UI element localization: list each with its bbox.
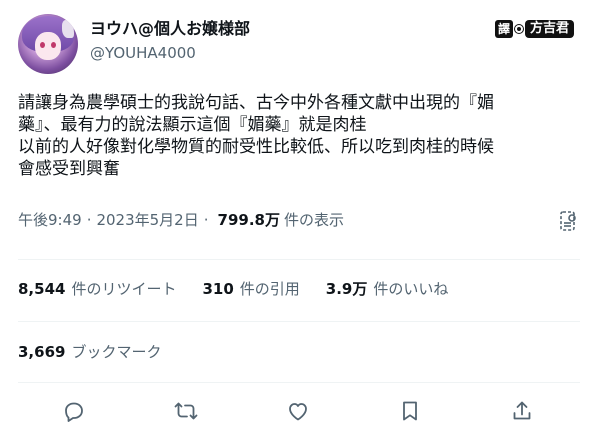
tweet-text-line: 會感受到興奮 (18, 159, 120, 179)
bookmarks-label: ブックマーク (71, 343, 162, 361)
retweets-label: 件のリツイート (71, 280, 177, 298)
analytics-icon[interactable] (559, 210, 579, 232)
views-count: 799.8万 (217, 211, 280, 229)
translator-stamp-label: 譯 (494, 20, 513, 38)
meta-separator: · (86, 211, 92, 229)
bookmarks-stat[interactable]: 3,669 ブックマーク (18, 342, 161, 362)
meta-separator: · (203, 211, 209, 229)
divider (18, 259, 580, 260)
avatar-eye (40, 42, 45, 48)
views-label: 件の表示 (283, 211, 344, 229)
translator-stamp: 譯 方吉君 (494, 20, 574, 38)
like-icon[interactable] (286, 399, 312, 425)
tweet-date[interactable]: 2023年5月2日 (96, 210, 198, 230)
tweet-meta: 午後9:49 · 2023年5月2日 · 799.8万 件の表示 (18, 210, 583, 232)
avatar-eye (51, 42, 56, 48)
engagement-stats: 8,544 件のリツイート 310 件の引用 3.9万 件のいいね (18, 279, 448, 299)
avatar-face (35, 32, 61, 60)
tweet-text-line: 以前的人好像對化學物質的耐受性比較低、所以吃到肉桂的時候 (18, 137, 494, 157)
bookmarks-count: 3,669 (18, 343, 66, 361)
retweets-stat[interactable]: 8,544 件のリツイート (18, 279, 176, 299)
avatar-horn (62, 20, 74, 38)
user-names: ヨウハ@個人お嬢様部 @YOUHA4000 (90, 18, 250, 64)
divider (18, 382, 580, 383)
likes-label: 件のいいね (373, 280, 449, 298)
quotes-count: 310 (202, 280, 234, 298)
tweet-text-line: 請讓身為農學碩士的我說句話、古今中外各種文獻中出現的『媚 (18, 93, 494, 113)
avatar[interactable] (18, 14, 78, 74)
user-handle[interactable]: @YOUHA4000 (90, 42, 250, 64)
translator-stamp-dot (514, 25, 523, 33)
tweet-time[interactable]: 午後9:49 (18, 210, 82, 230)
translator-stamp-name: 方吉君 (524, 20, 574, 38)
quotes-stat[interactable]: 310 件の引用 (202, 279, 299, 299)
tweet-text: 請讓身為農學碩士的我說句話、古今中外各種文獻中出現的『媚 藥』、最有力的說法顯示… (18, 92, 583, 180)
retweets-count: 8,544 (18, 280, 66, 298)
likes-stat[interactable]: 3.9万 件のいいね (326, 279, 449, 299)
likes-count: 3.9万 (325, 280, 368, 298)
divider (18, 321, 580, 322)
reply-icon[interactable] (62, 399, 88, 425)
quotes-label: 件の引用 (239, 280, 300, 298)
tweet-text-line: 藥』、最有力的說法顯示這個『媚藥』就是肉桂 (18, 115, 367, 135)
share-icon[interactable] (510, 399, 536, 425)
tweet-header: ヨウハ@個人お嬢様部 @YOUHA4000 譯 方吉君 (18, 14, 580, 76)
tweet-actions (18, 395, 580, 429)
bookmark-icon[interactable] (398, 399, 424, 425)
display-name[interactable]: ヨウハ@個人お嬢様部 (90, 18, 250, 40)
retweet-icon[interactable] (174, 399, 200, 425)
